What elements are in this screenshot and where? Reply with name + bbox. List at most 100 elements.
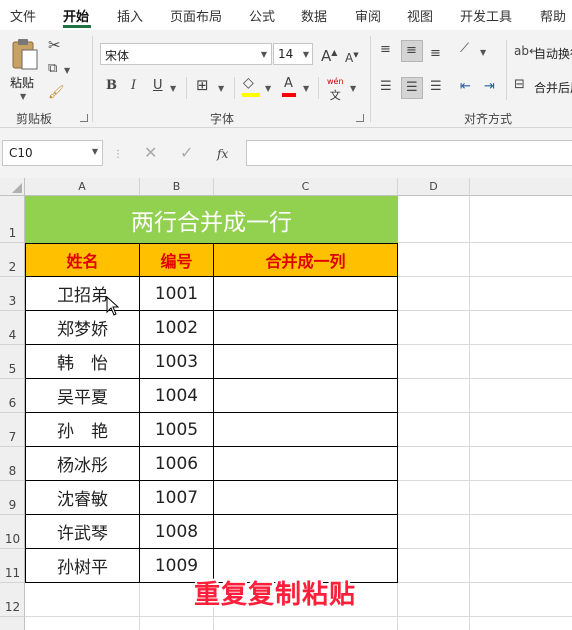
font-color-icon[interactable]: A [284,77,293,91]
decrease-indent-icon[interactable]: ⇤ [460,80,471,94]
row-header-1[interactable]: 1 [0,196,25,243]
increase-indent-icon[interactable]: ⇥ [484,80,495,94]
merged-cell[interactable] [214,447,398,481]
fill-color-dropdown-icon[interactable]: ▼ [265,84,271,93]
merged-cell[interactable] [214,277,398,311]
merged-cell[interactable] [214,379,398,413]
tab-view[interactable]: 视图 [407,6,433,25]
row-header-12[interactable]: 12 [0,583,25,617]
shrink-font-icon[interactable]: A▼ [345,48,359,65]
column-header-e[interactable] [470,178,572,196]
row-header-8[interactable]: 8 [0,447,25,481]
phonetic-dropdown-icon[interactable]: ▼ [350,84,356,93]
row-header-3[interactable]: 3 [0,277,25,311]
font-size-select[interactable]: 14 ▼ [273,43,313,65]
cancel-icon[interactable]: ✕ [144,145,157,161]
row-header-11[interactable]: 11 [0,549,25,583]
header-id[interactable]: 编号 [140,243,214,277]
borders-dropdown-icon[interactable]: ▼ [218,84,224,93]
row-header-2[interactable]: 2 [0,243,25,277]
id-cell[interactable]: 1004 [140,379,214,413]
formula-input[interactable] [246,140,572,166]
id-cell[interactable]: 1008 [140,515,214,549]
copy-icon[interactable]: ⧉ [48,62,57,76]
grow-font-icon[interactable]: A▲ [321,46,337,64]
copy-dropdown-icon[interactable]: ▼ [64,66,70,75]
tab-insert[interactable]: 插入 [117,6,143,25]
tab-file[interactable]: 文件 [10,6,36,25]
merged-cell[interactable] [214,345,398,379]
align-right-icon[interactable]: ☰ [430,80,442,94]
font-name-select[interactable]: 宋体 ▼ [100,43,272,65]
name-cell[interactable]: 郑梦娇 [25,311,140,345]
clipboard-launcher-icon[interactable] [80,114,88,122]
wrap-text-button[interactable]: ab↵ 自动换行 [514,44,572,62]
font-color-dropdown-icon[interactable]: ▼ [303,84,309,93]
underline-dropdown-icon[interactable]: ▼ [170,84,176,93]
merged-cell[interactable] [214,413,398,447]
orientation-dropdown-icon[interactable]: ▼ [480,48,486,57]
align-left-icon[interactable]: ☰ [380,80,392,94]
merged-cell[interactable] [214,311,398,345]
merge-center-button[interactable]: ⊟ 合并后居中 [514,78,572,96]
insert-function-button[interactable]: fx [217,147,228,161]
name-cell[interactable]: 孙树平 [25,549,140,583]
column-header-d[interactable]: D [398,178,470,196]
column-header-b[interactable]: B [140,178,214,196]
name-cell[interactable]: 韩 怡 [25,345,140,379]
id-cell[interactable]: 1002 [140,311,214,345]
merged-cell[interactable] [214,515,398,549]
name-cell[interactable]: 吴平夏 [25,379,140,413]
borders-icon[interactable]: ⊞ [196,78,209,93]
more-options-icon[interactable]: ⋮ [113,148,123,162]
align-bottom-icon[interactable]: ≡ [430,47,441,61]
paste-button[interactable]: 粘贴 ▼ [6,36,40,101]
tab-data[interactable]: 数据 [301,6,327,25]
align-center-button[interactable]: ☰ [401,77,423,99]
row-header-4[interactable]: 4 [0,311,25,345]
row-header-10[interactable]: 10 [0,515,25,549]
title-cell[interactable]: 两行合并成一行 [25,196,398,243]
tab-developer[interactable]: 开发工具 [460,6,512,25]
tab-help[interactable]: 帮助 [540,6,566,25]
tab-review[interactable]: 审阅 [355,6,381,25]
id-cell[interactable]: 1005 [140,413,214,447]
enter-icon[interactable]: ✓ [180,145,193,161]
name-cell[interactable]: 孙 艳 [25,413,140,447]
cut-icon[interactable]: ✂ [48,38,61,53]
select-all-button[interactable] [0,178,25,196]
id-cell[interactable]: 1007 [140,481,214,515]
tab-formulas[interactable]: 公式 [249,6,275,25]
name-cell[interactable]: 沈睿敏 [25,481,140,515]
format-painter-icon[interactable]: 🖌 [48,86,65,100]
name-cell[interactable]: 许武琴 [25,515,140,549]
phonetic-guide-icon[interactable]: wén 文 [327,75,344,104]
tab-page-layout[interactable]: 页面布局 [170,6,222,25]
row-header-9[interactable]: 9 [0,481,25,515]
header-merged[interactable]: 合并成一列 [214,243,398,277]
paste-dropdown-icon[interactable]: ▼ [20,92,26,101]
italic-button[interactable]: I [131,79,136,93]
header-name[interactable]: 姓名 [25,243,140,277]
name-cell[interactable]: 杨冰彤 [25,447,140,481]
bold-button[interactable]: B [106,79,117,93]
tab-home[interactable]: 开始 [63,6,89,25]
column-header-c[interactable]: C [214,178,398,196]
id-cell[interactable]: 1006 [140,447,214,481]
column-header-a[interactable]: A [25,178,140,196]
row-header-7[interactable]: 7 [0,413,25,447]
orientation-icon[interactable]: ⟋ [460,42,469,56]
fill-color-icon[interactable]: ◇ [243,76,254,90]
chevron-down-icon[interactable]: ▼ [92,147,98,156]
id-cell[interactable]: 1003 [140,345,214,379]
font-launcher-icon[interactable] [356,114,364,122]
row-header-5[interactable]: 5 [0,345,25,379]
name-cell[interactable]: 卫招弟 [25,277,140,311]
id-cell[interactable]: 1001 [140,277,214,311]
align-middle-button[interactable]: ≡ [401,40,423,62]
align-top-icon[interactable]: ≡ [380,43,391,57]
row-header-6[interactable]: 6 [0,379,25,413]
row-header-13[interactable] [0,617,25,630]
underline-button[interactable]: U [153,79,163,93]
name-box[interactable]: C10 ▼ [2,140,103,166]
